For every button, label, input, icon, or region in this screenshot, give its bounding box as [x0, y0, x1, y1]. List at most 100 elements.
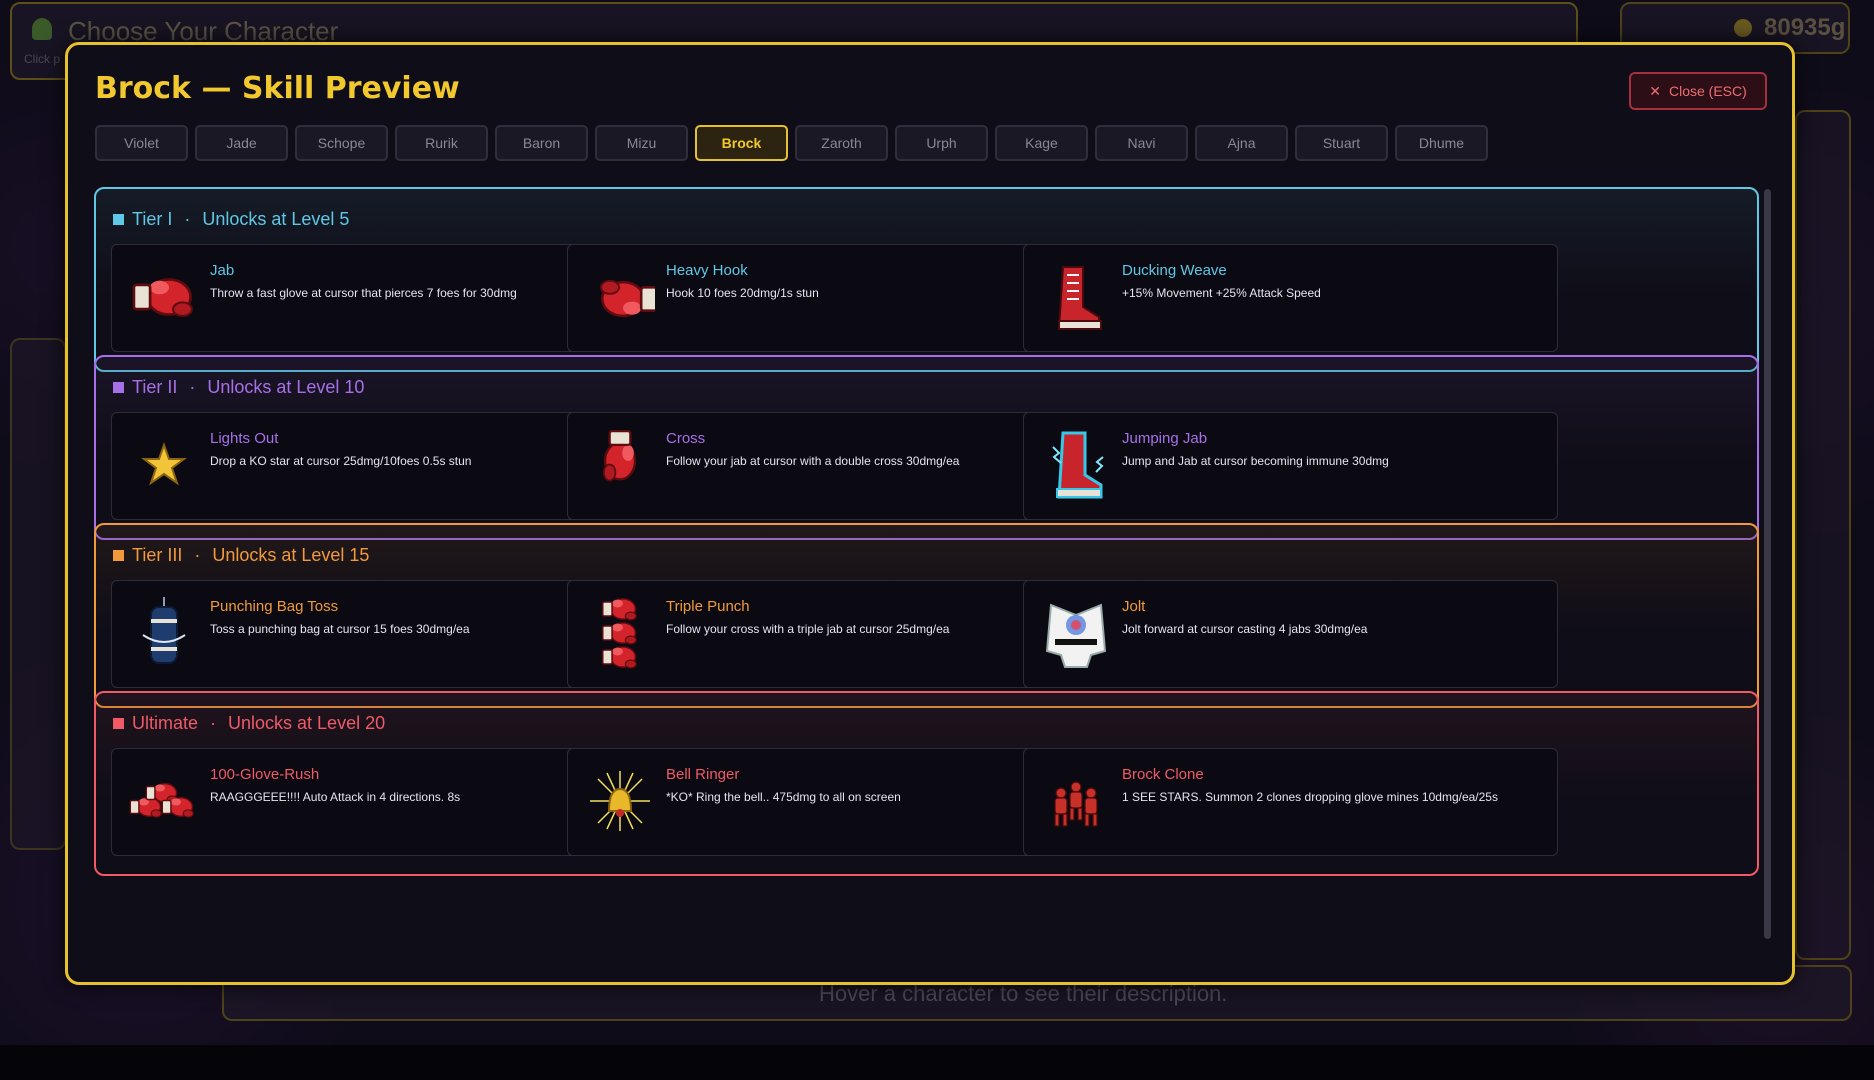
coin-icon [1734, 19, 1752, 37]
bottom-strip [0, 1045, 1874, 1080]
separator-dot: · [194, 545, 201, 565]
tier-unlock-level: Unlocks at Level 20 [228, 713, 386, 733]
triple-glove-icon [585, 595, 655, 671]
tab-schope[interactable]: Schope [295, 125, 388, 161]
skill-description: Follow your cross with a triple jab at c… [666, 622, 950, 636]
skill-name: 100-Glove-Rush [210, 766, 320, 783]
tier-section-tier-ii: Tier II · Unlocks at Level 10 Lights Out Dr… [94, 355, 1759, 540]
skill-card-punching-bag-toss[interactable]: Punching Bag Toss Toss a punching bag at … [111, 580, 646, 688]
skill-name: Punching Bag Toss [210, 598, 339, 615]
tab-brock[interactable]: Brock [695, 125, 788, 161]
skill-card-lights-out[interactable]: Lights Out Drop a KO star at cursor 25dmg… [111, 412, 646, 520]
tab-urph[interactable]: Urph [895, 125, 988, 161]
skill-name: Brock Clone [1122, 766, 1204, 783]
tier-marker-icon [113, 214, 124, 225]
skill-card-cross[interactable]: Cross Follow your jab at cursor with a do… [567, 412, 1102, 520]
close-label: Close (ESC) [1668, 83, 1747, 99]
tab-mizu[interactable]: Mizu [595, 125, 688, 161]
tier-name: Tier II [132, 377, 178, 397]
skill-name: Jab [210, 262, 235, 279]
tier-section-tier-iii: Tier III · Unlocks at Level 15 Punching Ba… [94, 523, 1759, 708]
modal-title: Brock — Skill Preview [95, 71, 460, 106]
tier-name: Tier III [132, 545, 183, 565]
skill-card-100-glove-rush[interactable]: 100-Glove-Rush RAAGGGEEE!!!! Auto Attack … [111, 748, 646, 856]
gold-value: 80935g [1764, 14, 1846, 41]
tab-dhume[interactable]: Dhume [1395, 125, 1488, 161]
skill-card-jolt[interactable]: Jolt Jolt forward at cursor casting 4 jab… [1023, 580, 1558, 688]
character-icon [32, 18, 52, 40]
punching-bag-icon [129, 595, 199, 671]
tab-zaroth[interactable]: Zaroth [795, 125, 888, 161]
tab-jade[interactable]: Jade [195, 125, 288, 161]
skill-description: +15% Movement +25% Attack Speed [1122, 286, 1321, 300]
tier-marker-icon [113, 382, 124, 393]
skill-description: RAAGGGEEE!!!! Auto Attack in 4 direction… [210, 790, 461, 804]
scrollbar[interactable] [1764, 189, 1771, 939]
skill-description: Toss a punching bag at cursor 15 foes 30… [210, 622, 470, 636]
ko-star-icon [129, 427, 199, 503]
skill-name: Triple Punch [666, 598, 750, 615]
karate-gi-icon [1041, 595, 1111, 671]
electric-boot-icon [1041, 427, 1111, 503]
skill-name: Ducking Weave [1122, 262, 1227, 279]
clone-fighters-icon [1041, 763, 1111, 839]
boxing-glove-side-icon [585, 259, 659, 335]
tier-section-tier-i: Tier I · Unlocks at Level 5 Jab Throw a fas… [94, 187, 1759, 372]
skill-card-ducking-weave[interactable]: Ducking Weave +15% Movement +25% Attack S… [1023, 244, 1558, 352]
tier-header: Tier I · Unlocks at Level 5 [113, 209, 349, 230]
skill-description: Jolt forward at cursor casting 4 jabs 30… [1122, 622, 1368, 636]
boxing-glove-icon [129, 259, 199, 335]
tier-name: Ultimate [132, 713, 199, 733]
tier-unlock-level: Unlocks at Level 5 [202, 209, 350, 229]
bell-burst-icon [585, 763, 655, 839]
skill-card-triple-punch[interactable]: Triple Punch Follow your cross with a tri… [567, 580, 1102, 688]
background-right-panel [1795, 110, 1851, 960]
skill-name: Cross [666, 430, 706, 447]
skill-card-brock-clone[interactable]: Brock Clone 1 SEE STARS. Summon 2 clones … [1023, 748, 1558, 856]
tier-header: Ultimate · Unlocks at Level 20 [113, 713, 385, 734]
separator-dot: · [210, 713, 217, 733]
tier-name: Tier I [132, 209, 173, 229]
tier-unlock-level: Unlocks at Level 15 [212, 545, 370, 565]
skill-description: 1 SEE STARS. Summon 2 clones dropping gl… [1122, 790, 1498, 804]
skill-name: Jumping Jab [1122, 430, 1208, 447]
tier-unlock-level: Unlocks at Level 10 [207, 377, 365, 397]
skill-name: Lights Out [210, 430, 279, 447]
skill-card-bell-ringer[interactable]: Bell Ringer *KO* Ring the bell.. 475dmg t… [567, 748, 1102, 856]
glove-cluster-icon [129, 763, 199, 839]
separator-dot: · [184, 209, 191, 229]
tier-marker-icon [113, 718, 124, 729]
tab-rurik[interactable]: Rurik [395, 125, 488, 161]
background-subtitle: Click p [24, 52, 61, 66]
skill-name: Jolt [1122, 598, 1146, 615]
skill-card-jab[interactable]: Jab Throw a fast glove at cursor that pie… [111, 244, 646, 352]
tab-ajna[interactable]: Ajna [1195, 125, 1288, 161]
tab-baron[interactable]: Baron [495, 125, 588, 161]
skill-name: Bell Ringer [666, 766, 740, 783]
tab-navi[interactable]: Navi [1095, 125, 1188, 161]
tier-section-ultimate: Ultimate · Unlocks at Level 20 100-Glove-R… [94, 691, 1759, 876]
tab-kage[interactable]: Kage [995, 125, 1088, 161]
tier-marker-icon [113, 550, 124, 561]
skill-description: Hook 10 foes 20dmg/1s stun [666, 286, 819, 300]
skill-name: Heavy Hook [666, 262, 748, 279]
background-left-panel [10, 338, 66, 850]
skill-card-jumping-jab[interactable]: Jumping Jab Jump and Jab at cursor becomi… [1023, 412, 1558, 520]
boot-icon [1041, 259, 1111, 335]
tier-header: Tier III · Unlocks at Level 15 [113, 545, 369, 566]
skill-description: Drop a KO star at cursor 25dmg/10foes 0.… [210, 454, 472, 468]
skill-description: Throw a fast glove at cursor that pierce… [210, 286, 517, 300]
skill-preview-modal: Brock — Skill Preview ✕ Close (ESC) Viol… [65, 42, 1795, 985]
tiers-scroll-area[interactable]: Tier I · Unlocks at Level 5 Jab Throw a fas… [94, 187, 1774, 957]
close-button[interactable]: ✕ Close (ESC) [1629, 72, 1767, 110]
skill-card-heavy-hook[interactable]: Heavy Hook Hook 10 foes 20dmg/1s stun [567, 244, 1102, 352]
skill-description: Jump and Jab at cursor becoming immune 3… [1122, 454, 1389, 468]
close-icon: ✕ [1649, 82, 1661, 99]
tab-violet[interactable]: Violet [95, 125, 188, 161]
character-tabs: Violet Jade Schope Rurik Baron Mizu Brock Zarot… [95, 125, 1488, 161]
separator-dot: · [189, 377, 196, 397]
upright-glove-icon [585, 427, 655, 503]
skill-description: *KO* Ring the bell.. 475dmg to all on sc… [666, 790, 901, 804]
tab-stuart[interactable]: Stuart [1295, 125, 1388, 161]
tier-header: Tier II · Unlocks at Level 10 [113, 377, 364, 398]
